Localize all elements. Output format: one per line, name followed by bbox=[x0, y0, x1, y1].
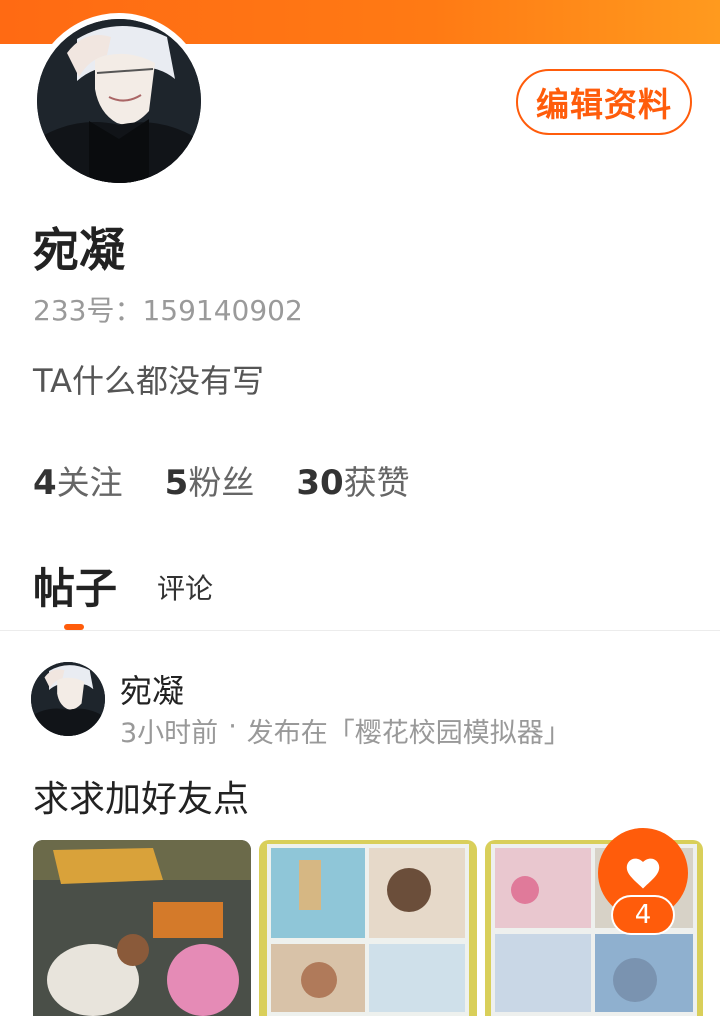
profile-bio: TA什么都没有写 bbox=[33, 362, 264, 400]
post-time: 3小时前 bbox=[120, 718, 219, 749]
stat-likes-count: 30 bbox=[296, 463, 344, 503]
post-image-2[interactable] bbox=[259, 840, 477, 1016]
stat-likes: 30 获赞 bbox=[296, 456, 409, 504]
post-forum-link[interactable]: 发布在「樱花校园模拟器」 bbox=[247, 711, 571, 750]
stat-following-label: 关注 bbox=[56, 463, 123, 502]
post-meta-separator: · bbox=[228, 711, 237, 742]
profile-name: 宛凝 bbox=[33, 223, 125, 277]
like-count-badge: 4 bbox=[611, 895, 675, 935]
post-meta: 3小时前 · 发布在「樱花校园模拟器」 bbox=[120, 711, 571, 750]
stat-followers-label: 粉丝 bbox=[188, 463, 255, 502]
profile-tabs: 帖子 评论 bbox=[33, 555, 433, 630]
profile-avatar[interactable] bbox=[37, 19, 201, 183]
heart-icon bbox=[626, 858, 660, 889]
tab-posts[interactable]: 帖子 bbox=[33, 555, 117, 616]
profile-avatar-frame bbox=[31, 13, 207, 189]
edit-profile-button[interactable]: 编辑资料 bbox=[516, 69, 692, 135]
profile-stats: 4 关注 5 粉丝 30 获赞 bbox=[33, 456, 452, 504]
stat-followers-count: 5 bbox=[164, 463, 189, 503]
post-author-avatar[interactable] bbox=[31, 662, 105, 736]
stat-followers[interactable]: 5 粉丝 bbox=[165, 456, 255, 504]
stat-likes-label: 获赞 bbox=[343, 463, 410, 502]
tabs-divider bbox=[0, 630, 720, 631]
stat-following-count: 4 bbox=[33, 463, 57, 503]
stat-following[interactable]: 4 关注 bbox=[33, 456, 123, 504]
tab-comments[interactable]: 评论 bbox=[157, 567, 213, 607]
post-image-1[interactable] bbox=[33, 840, 251, 1016]
post-title[interactable]: 求求加好友点 bbox=[33, 770, 249, 822]
profile-uid: 233号：159140902 bbox=[33, 294, 303, 327]
post-author-name[interactable]: 宛凝 bbox=[120, 666, 184, 712]
